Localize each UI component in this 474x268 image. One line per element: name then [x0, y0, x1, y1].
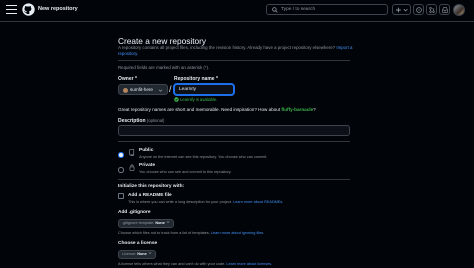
required-fields-note: Required fields are marked with an aster…: [118, 64, 210, 70]
gitignore-heading: Add .gitignore: [118, 210, 151, 215]
gitignore-hint: Choose which files not to track from a l…: [118, 231, 264, 235]
chevron-down-icon: [158, 89, 163, 92]
suggestion-text: Great repository names are short and mem…: [118, 107, 281, 112]
license-hint: A license tells others what they can and…: [118, 262, 272, 266]
repo-name-input[interactable]: [174, 84, 234, 95]
github-logo-icon[interactable]: [22, 3, 35, 16]
hamburger-menu-icon[interactable]: [6, 5, 17, 15]
chevron-down-icon: [166, 220, 170, 223]
readme-hint: This is where you can write a long descr…: [128, 200, 283, 204]
pull-request-icon: [428, 6, 435, 13]
private-title: Private: [139, 163, 155, 168]
public-title: Public: [139, 148, 154, 153]
availability-message: Learnify is available.: [174, 97, 218, 103]
owner-avatar: [123, 87, 128, 93]
availability-text: Learnify is available.: [180, 97, 218, 102]
divider: [118, 60, 350, 61]
gitignore-template-select[interactable]: .gitignore template: None: [118, 218, 174, 228]
repo-book-icon: [129, 149, 135, 156]
owner-name: sumfit-here: [130, 87, 153, 92]
search-placeholder: Type / to search: [281, 6, 316, 12]
name-suggestion: Great repository names are short and mem…: [118, 107, 316, 112]
lock-icon: [129, 164, 135, 171]
issue-circle-icon: [415, 6, 422, 13]
gitignore-learn-more-link[interactable]: Learn more about ignoring files.: [211, 231, 264, 235]
description-label: Description (optional): [118, 118, 164, 124]
license-learn-more-link[interactable]: Learn more about licenses.: [226, 262, 272, 266]
page-subtitle: A repository contains all project files,…: [118, 45, 358, 57]
notifications-button[interactable]: [439, 4, 450, 15]
description-label-text: Description: [118, 118, 146, 124]
create-new-button[interactable]: [392, 4, 411, 15]
pull-requests-button[interactable]: [426, 4, 437, 15]
divider: [118, 141, 350, 142]
optional-tag: (optional): [146, 118, 165, 123]
plus-icon: [395, 7, 408, 12]
public-radio[interactable]: [118, 152, 124, 158]
search-icon: [272, 7, 278, 13]
license-select-label: License:: [122, 252, 137, 256]
suggestion-end: ?: [313, 107, 316, 112]
owner-repo-separator: /: [169, 84, 172, 94]
issues-button[interactable]: [413, 4, 424, 15]
gitignore-select-value: None: [155, 220, 165, 225]
license-select-value: None: [137, 252, 147, 256]
public-description: Anyone on the internet can see this repo…: [139, 155, 268, 159]
description-input[interactable]: [118, 125, 350, 136]
gitignore-hint-text: Choose which files not to track from a l…: [118, 231, 210, 235]
owner-label: Owner *: [118, 76, 137, 82]
repo-name-label: Repository name *: [174, 76, 218, 82]
chevron-down-icon: [148, 252, 152, 255]
user-avatar[interactable]: [453, 4, 465, 16]
search-input[interactable]: Type / to search: [266, 4, 388, 15]
license-hint-text: A license tells others what they can and…: [118, 262, 226, 266]
license-select[interactable]: License: None: [118, 250, 156, 259]
top-header: New repository Type / to search: [0, 0, 474, 22]
license-heading: Choose a license: [118, 241, 158, 246]
inbox-icon: [441, 6, 448, 13]
suggested-name-link[interactable]: fluffy-barnacle: [281, 107, 313, 112]
page-context-title: New repository: [38, 5, 78, 12]
private-radio[interactable]: [118, 167, 124, 173]
readme-learn-more-link[interactable]: Learn more about READMEs.: [233, 200, 283, 204]
divider: [118, 179, 350, 180]
gitignore-select-label: .gitignore template:: [122, 220, 155, 225]
add-readme-checkbox[interactable]: [118, 193, 124, 199]
readme-hint-text: This is where you can write a long descr…: [128, 199, 233, 204]
check-circle-icon: [174, 97, 179, 103]
initialize-heading: Initialize this repository with:: [118, 184, 185, 189]
private-description: You choose who can see and commit to thi…: [139, 170, 232, 174]
subtitle-text: A repository contains all project files,…: [118, 44, 336, 50]
add-readme-label[interactable]: Add a README file: [128, 193, 172, 198]
owner-dropdown[interactable]: sumfit-here: [118, 84, 168, 95]
